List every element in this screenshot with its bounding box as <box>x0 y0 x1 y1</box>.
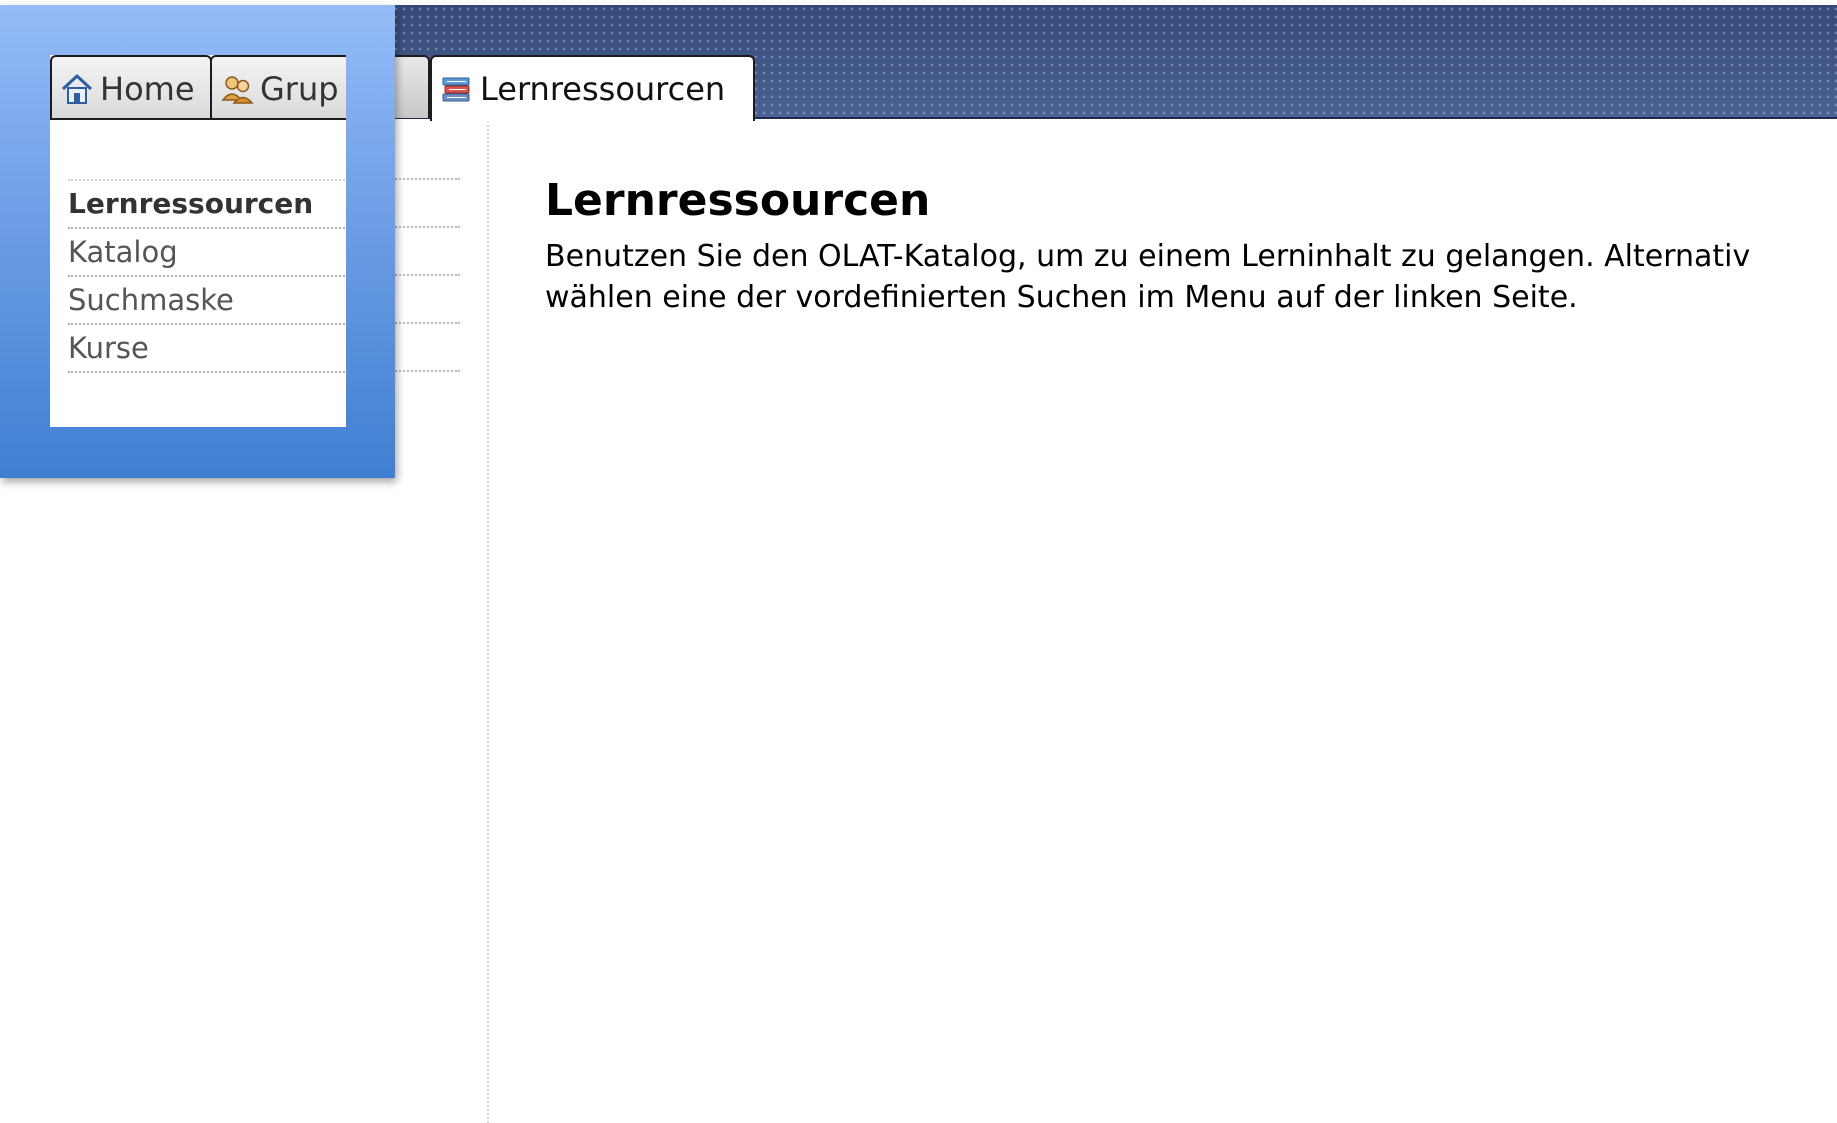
sidebar-item-katalog[interactable]: Katalog <box>68 229 346 277</box>
tab-learning-resources-label: Lernressourcen <box>480 70 726 108</box>
books-icon <box>440 72 474 106</box>
olat-window: n Lernressourcen Lernressourcen Benutzen… <box>0 0 1837 1123</box>
tab-baseline <box>50 118 346 120</box>
tab-groups-label: Grup <box>260 69 339 108</box>
groups-icon <box>220 72 254 106</box>
content-divider <box>487 120 489 1123</box>
page-title: Lernressourcen <box>545 175 931 226</box>
tab-home-label: Home <box>100 69 195 108</box>
sidebar-item-suchmaske[interactable]: Suchmaske <box>68 277 346 325</box>
intro-line-1: Benutzen Sie den OLAT-Katalog, um zu ein… <box>545 239 1751 274</box>
tab-learning-resources[interactable]: Lernressourcen <box>430 55 755 121</box>
intro-line-2: wählen eine der vordefinierten Suchen im… <box>545 280 1578 315</box>
sidebar-item-lernressourcen[interactable]: Lernressourcen <box>68 181 346 229</box>
tab-home[interactable]: Home <box>50 55 212 120</box>
sidebar-item-kurse[interactable]: Kurse <box>68 325 346 373</box>
highlight-overlay: Home Grup Lernressourcen Katalog Suchmas… <box>0 5 395 478</box>
home-icon <box>60 72 94 106</box>
tab-groups[interactable]: Grup <box>210 55 346 120</box>
active-tab-joiner <box>432 116 753 120</box>
intro-text: Benutzen Sie den OLAT-Katalog, um zu ein… <box>545 236 1837 318</box>
highlight-panel: Home Grup Lernressourcen Katalog Suchmas… <box>50 55 346 427</box>
